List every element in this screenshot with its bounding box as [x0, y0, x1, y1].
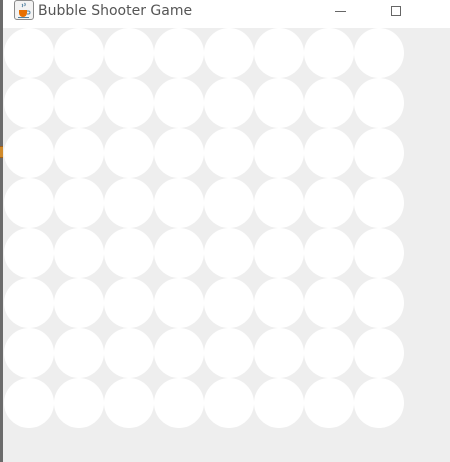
bubble-r3-c5[interactable] [204, 128, 254, 178]
bubble-r2-c1[interactable] [4, 78, 54, 128]
bubble-r1-c2[interactable] [54, 28, 104, 78]
bubble-r4-c3[interactable] [104, 178, 154, 228]
bubble-r6-c1[interactable] [4, 278, 54, 328]
bubble-r4-c2[interactable] [54, 178, 104, 228]
bubble-r8-c6[interactable] [254, 378, 304, 428]
bubble-r5-c6[interactable] [254, 228, 304, 278]
bubble-r2-c2[interactable] [54, 78, 104, 128]
bubble-r1-c7[interactable] [304, 28, 354, 78]
bubble-r6-c2[interactable] [54, 278, 104, 328]
bubble-r4-c5[interactable] [204, 178, 254, 228]
minimize-button[interactable] [323, 0, 357, 22]
bubble-r4-c1[interactable] [4, 178, 54, 228]
bubble-r2-c7[interactable] [304, 78, 354, 128]
bubble-r7-c4[interactable] [154, 328, 204, 378]
bubble-r8-c8[interactable] [354, 378, 404, 428]
bubble-r5-c5[interactable] [204, 228, 254, 278]
bubble-r2-c6[interactable] [254, 78, 304, 128]
bubble-r8-c5[interactable] [204, 378, 254, 428]
bubble-r7-c8[interactable] [354, 328, 404, 378]
title-bar[interactable]: Bubble Shooter Game [3, 0, 450, 24]
bubble-r8-c4[interactable] [154, 378, 204, 428]
bubble-r6-c4[interactable] [154, 278, 204, 328]
bubble-r4-c8[interactable] [354, 178, 404, 228]
app-window: Bubble Shooter Game [0, 0, 450, 462]
bubble-r6-c5[interactable] [204, 278, 254, 328]
java-cup-icon [14, 0, 34, 20]
bubble-r7-c6[interactable] [254, 328, 304, 378]
bubble-r6-c8[interactable] [354, 278, 404, 328]
bubble-r2-c5[interactable] [204, 78, 254, 128]
bubble-r5-c8[interactable] [354, 228, 404, 278]
bubble-r7-c2[interactable] [54, 328, 104, 378]
bubble-r8-c7[interactable] [304, 378, 354, 428]
bubble-r5-c3[interactable] [104, 228, 154, 278]
bubble-r4-c6[interactable] [254, 178, 304, 228]
bubble-r1-c3[interactable] [104, 28, 154, 78]
bubble-r7-c7[interactable] [304, 328, 354, 378]
bubble-grid[interactable] [4, 28, 406, 428]
bubble-r3-c6[interactable] [254, 128, 304, 178]
maximize-button[interactable] [379, 0, 413, 22]
bubble-r1-c6[interactable] [254, 28, 304, 78]
bubble-r3-c7[interactable] [304, 128, 354, 178]
minimize-icon [334, 10, 346, 12]
bubble-r8-c1[interactable] [4, 378, 54, 428]
bubble-r7-c5[interactable] [204, 328, 254, 378]
window-title: Bubble Shooter Game [38, 3, 193, 19]
bubble-r2-c8[interactable] [354, 78, 404, 128]
bubble-r3-c4[interactable] [154, 128, 204, 178]
bubble-r3-c2[interactable] [54, 128, 104, 178]
bubble-r5-c1[interactable] [4, 228, 54, 278]
bubble-r3-c1[interactable] [4, 128, 54, 178]
bubble-r1-c1[interactable] [4, 28, 54, 78]
bubble-r2-c3[interactable] [104, 78, 154, 128]
bubble-r6-c7[interactable] [304, 278, 354, 328]
bubble-r3-c8[interactable] [354, 128, 404, 178]
bubble-r7-c1[interactable] [4, 328, 54, 378]
bubble-r2-c4[interactable] [154, 78, 204, 128]
bubble-r1-c8[interactable] [354, 28, 404, 78]
bubble-r6-c6[interactable] [254, 278, 304, 328]
bubble-r1-c5[interactable] [204, 28, 254, 78]
bubble-r6-c3[interactable] [104, 278, 154, 328]
game-panel[interactable] [3, 28, 450, 462]
bubble-r5-c4[interactable] [154, 228, 204, 278]
bubble-r1-c4[interactable] [154, 28, 204, 78]
bubble-r4-c4[interactable] [154, 178, 204, 228]
maximize-icon [391, 6, 401, 16]
bubble-r5-c7[interactable] [304, 228, 354, 278]
bubble-r8-c2[interactable] [54, 378, 104, 428]
bubble-r4-c7[interactable] [304, 178, 354, 228]
bubble-r8-c3[interactable] [104, 378, 154, 428]
bubble-r5-c2[interactable] [54, 228, 104, 278]
bubble-r7-c3[interactable] [104, 328, 154, 378]
bubble-r3-c3[interactable] [104, 128, 154, 178]
